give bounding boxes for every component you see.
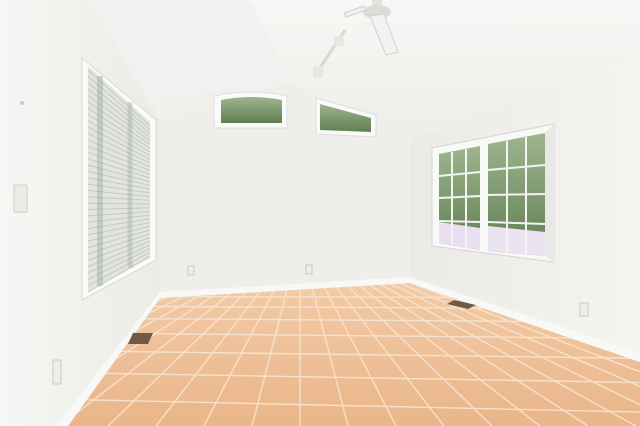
right-window	[431, 123, 555, 263]
outlet-icon	[187, 265, 195, 276]
empty-room-photo	[0, 0, 640, 426]
room-illustration	[0, 0, 640, 426]
wall-hook	[20, 101, 24, 105]
outlet-icon	[305, 264, 313, 275]
outlet-icon	[52, 359, 62, 385]
outlet-icon	[579, 302, 589, 317]
clerestory-window-left	[213, 91, 288, 129]
light-switch-icon	[13, 184, 28, 213]
